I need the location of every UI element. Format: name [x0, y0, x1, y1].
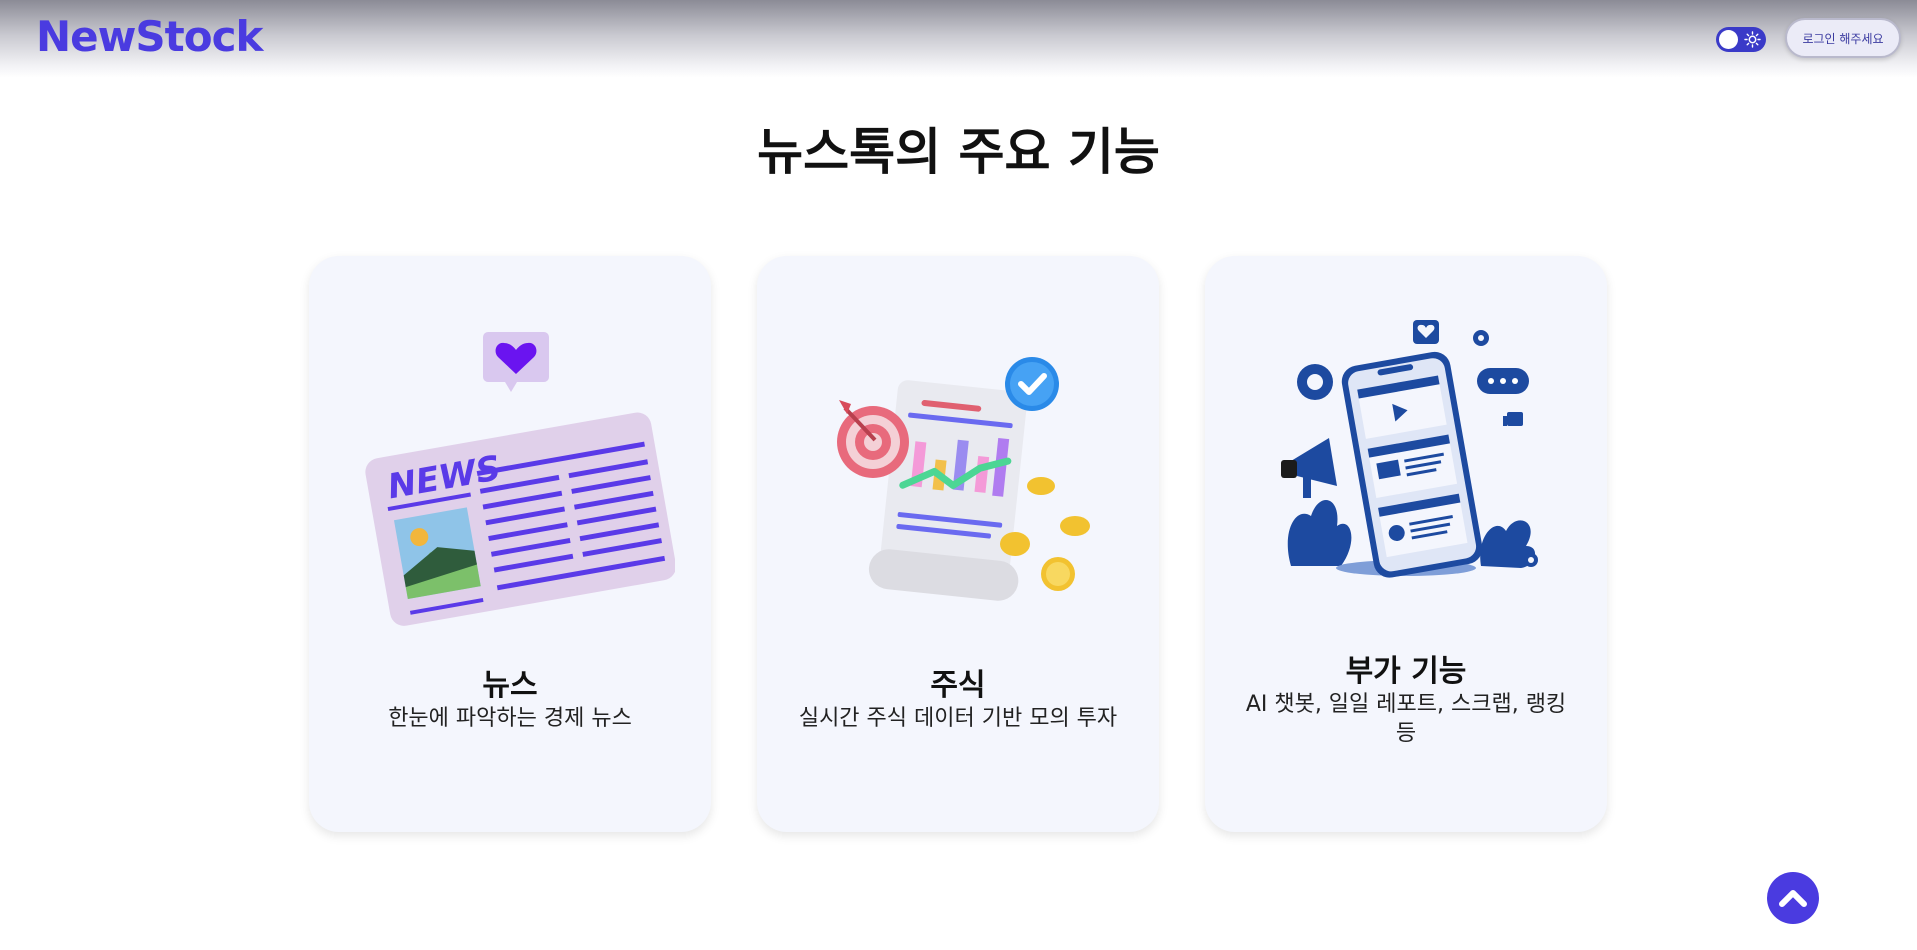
- page-title: 뉴스톡의 주요 기능: [757, 123, 1160, 181]
- thumbs-up-icon: [1503, 412, 1523, 426]
- megaphone-icon: [1281, 438, 1337, 498]
- header: NewStock 로그인 해주세요: [0, 0, 1917, 78]
- heart-bubble-icon: [483, 332, 549, 392]
- toggle-knob: [1719, 30, 1738, 49]
- newspaper-illustration: NEWS: [365, 332, 675, 626]
- feature-card-stock[interactable]: 주식 실시간 주식 데이터 기반 모의 투자: [757, 256, 1159, 832]
- card-title: 부가 기능: [1345, 654, 1467, 689]
- card-description: 한눈에 파악하는 경제 뉴스: [388, 706, 632, 731]
- smartphone-marketing-illustration: [1281, 320, 1538, 578]
- theme-toggle[interactable]: [1716, 27, 1766, 52]
- check-badge-icon: [1005, 357, 1059, 411]
- chevron-up-icon: [1779, 890, 1807, 907]
- stock-chart-illustration: [837, 357, 1090, 601]
- card-description: 실시간 주식 데이터 기반 모의 투자: [798, 706, 1118, 731]
- heart-bubble-icon: [1413, 320, 1439, 344]
- chat-bubble-icon: [1477, 368, 1529, 394]
- feature-card-news[interactable]: NEWS 뉴스 한눈에 파악하는 경제 뉴스: [309, 256, 711, 832]
- card-description: AI 챗봇, 일일 레포트, 스크랩, 랭킹 등: [1245, 692, 1567, 746]
- sun-icon: [1744, 31, 1761, 48]
- feature-card-extra[interactable]: 부가 기능 AI 챗봇, 일일 레포트, 스크랩, 랭킹 등: [1205, 256, 1607, 832]
- logo[interactable]: NewStock: [36, 12, 263, 61]
- login-button[interactable]: 로그인 해주세요: [1785, 18, 1901, 58]
- card-title: 주식: [930, 668, 986, 703]
- scroll-to-top-button[interactable]: [1767, 872, 1819, 924]
- card-title: 뉴스: [482, 668, 538, 703]
